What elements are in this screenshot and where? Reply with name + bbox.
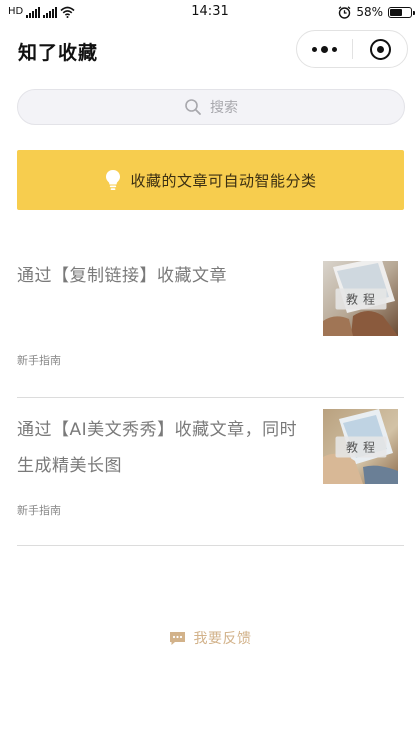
battery-percent: 58% <box>356 5 383 19</box>
search-icon <box>185 99 201 115</box>
smart-category-banner[interactable]: 收藏的文章可自动智能分类 <box>17 150 404 210</box>
search-input[interactable]: 搜索 <box>17 89 405 125</box>
page-title: 知了收藏 <box>18 42 99 64</box>
divider <box>17 545 404 546</box>
article-tag: 新手指南 <box>17 354 61 367</box>
target-close-icon <box>369 38 391 60</box>
miniprogram-capsule <box>296 30 408 68</box>
article-thumbnail: 教程 <box>323 261 398 336</box>
status-bar: HD 14:31 58% <box>0 0 420 24</box>
chat-bubble-icon <box>169 631 185 645</box>
more-dots-icon-right <box>332 46 337 52</box>
lightbulb-icon <box>106 170 121 190</box>
close-button[interactable] <box>353 31 407 67</box>
feedback-button[interactable]: 我要反馈 <box>0 626 420 650</box>
article-item[interactable]: 通过【复制链接】收藏文章 新手指南 教程 <box>17 244 404 398</box>
article-item[interactable]: 通过【AI美文秀秀】收藏文章，同时生成精美长图 新手指南 教程 <box>17 398 404 546</box>
battery-icon <box>388 6 415 18</box>
battery-fill <box>390 8 402 16</box>
feedback-label: 我要反馈 <box>193 631 252 647</box>
nav-bar: 知了收藏 <box>0 24 420 76</box>
more-dots-icon <box>312 46 317 52</box>
alarm-icon <box>338 5 351 19</box>
more-dots-icon-center <box>321 45 328 53</box>
article-tag: 新手指南 <box>17 504 61 517</box>
article-title: 通过【复制链接】收藏文章 <box>17 266 227 286</box>
more-button[interactable] <box>297 31 352 67</box>
thumbnail-badge: 教程 <box>334 436 387 457</box>
article-thumbnail: 教程 <box>323 409 398 484</box>
status-right: 58% <box>338 3 415 21</box>
banner-text: 收藏的文章可自动智能分类 <box>130 171 317 190</box>
article-title: 通过【AI美文秀秀】收藏文章，同时生成精美长图 <box>17 420 298 476</box>
thumbnail-badge: 教程 <box>334 288 387 309</box>
search-placeholder: 搜索 <box>210 100 238 116</box>
